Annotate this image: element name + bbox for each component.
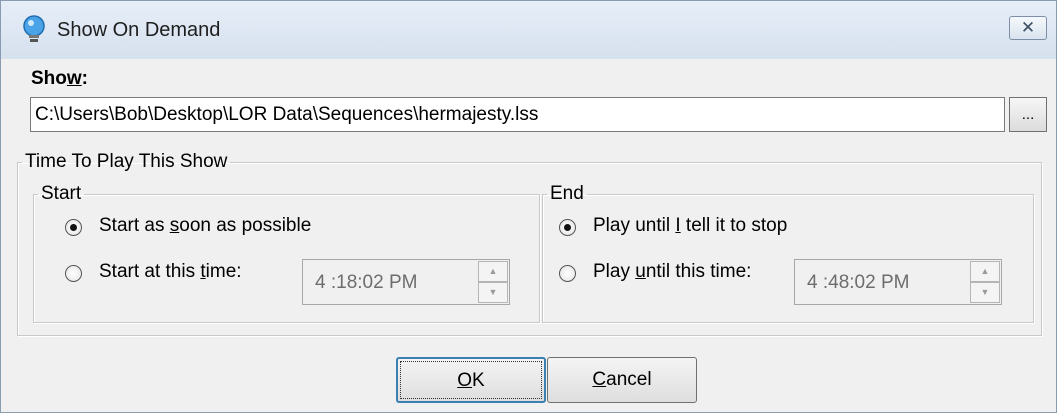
cancel-button[interactable]: Cancel	[547, 357, 697, 403]
spin-down-icon: ▼	[980, 287, 990, 297]
end-time-spin-down[interactable]: ▼	[970, 282, 1000, 303]
end-until-time-label[interactable]: Play until this time:	[593, 261, 751, 283]
spin-up-icon: ▲	[980, 266, 990, 276]
lightbulb-icon	[23, 15, 45, 42]
title-bar: Show On Demand ✕	[1, 1, 1056, 59]
start-time-value: 4 :18:02 PM	[315, 272, 418, 293]
start-at-time-label[interactable]: Start at this time:	[99, 261, 242, 283]
start-at-time-radio[interactable]	[65, 265, 82, 282]
show-on-demand-dialog: Show On Demand ✕ Show: ... Time To Play …	[0, 0, 1057, 413]
show-path-input[interactable]	[30, 97, 1005, 132]
show-label: Show:	[31, 68, 88, 89]
radio-selected-dot	[70, 224, 77, 231]
start-time-spin-down[interactable]: ▼	[478, 282, 508, 303]
window-title: Show On Demand	[57, 19, 221, 41]
end-legend: End	[550, 183, 584, 204]
spin-down-icon: ▼	[488, 287, 498, 297]
ok-button[interactable]: OK	[396, 357, 546, 403]
close-button[interactable]: ✕	[1009, 16, 1047, 40]
start-asap-label[interactable]: Start as soon as possible	[99, 215, 311, 237]
start-time-spin-up[interactable]: ▲	[478, 261, 508, 282]
spin-up-icon: ▲	[488, 266, 498, 276]
end-until-stop-label[interactable]: Play until I tell it to stop	[593, 215, 787, 237]
start-asap-radio[interactable]	[65, 219, 82, 236]
end-until-time-radio[interactable]	[559, 265, 576, 282]
time-to-play-legend: Time To Play This Show	[25, 151, 228, 172]
start-time-field[interactable]: 4 :18:02 PM ▲ ▼	[302, 259, 510, 305]
browse-button[interactable]: ...	[1009, 97, 1047, 132]
radio-selected-dot	[564, 224, 571, 231]
focus-rect	[400, 361, 542, 399]
end-time-field[interactable]: 4 :48:02 PM ▲ ▼	[794, 259, 1002, 305]
start-legend: Start	[41, 183, 82, 204]
close-icon: ✕	[1020, 18, 1036, 37]
end-until-stop-radio[interactable]	[559, 219, 576, 236]
end-time-value: 4 :48:02 PM	[807, 272, 910, 293]
end-time-spin-up[interactable]: ▲	[970, 261, 1000, 282]
